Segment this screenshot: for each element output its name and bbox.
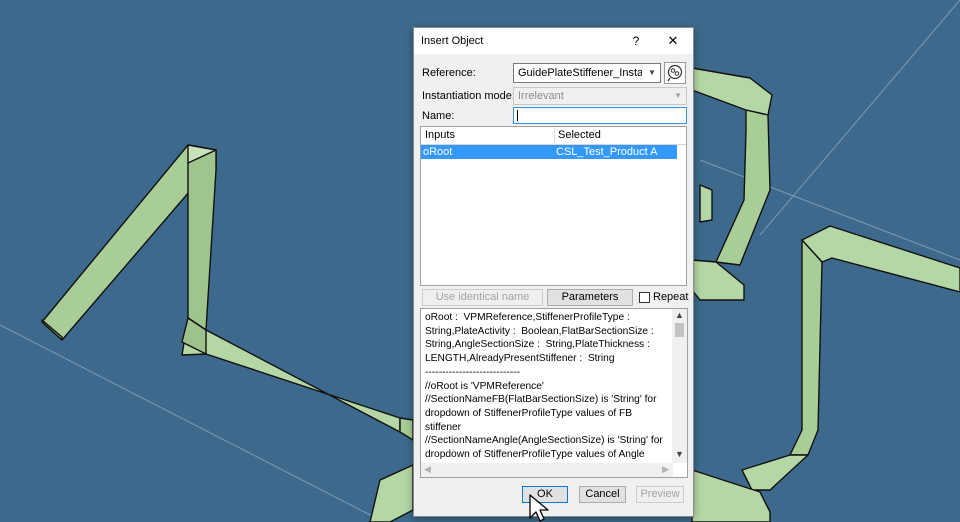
- scroll-left-icon[interactable]: ◀: [424, 464, 431, 475]
- description-text: oRoot : VPMReference,StiffenerProfileTyp…: [425, 312, 663, 474]
- scroll-thumb[interactable]: [675, 323, 684, 337]
- instantiation-mode-label: Instantiation mode:: [422, 90, 515, 102]
- cancel-button[interactable]: Cancel: [579, 486, 626, 503]
- chevron-down-icon: ▼: [674, 91, 682, 100]
- dialog-titlebar[interactable]: Insert Object ? ✕: [414, 28, 693, 54]
- row-selected-cell: CSL_Test_Product A: [556, 146, 658, 158]
- repeat-label: Repeat: [653, 291, 689, 303]
- vertical-scrollbar[interactable]: ▲ ▼: [672, 309, 687, 463]
- help-button[interactable]: ?: [628, 33, 644, 49]
- reference-label: Reference:: [422, 67, 476, 79]
- table-header: Inputs Selected: [421, 127, 686, 145]
- close-button[interactable]: ✕: [665, 33, 681, 49]
- scroll-down-icon[interactable]: ▼: [675, 449, 684, 459]
- mouse-cursor-icon: [529, 494, 549, 522]
- table-row[interactable]: oRoot CSL_Test_Product A: [421, 145, 677, 159]
- column-header-inputs[interactable]: Inputs: [425, 129, 455, 141]
- dialog-title: Insert Object: [421, 35, 484, 47]
- select-reference-icon[interactable]: [664, 62, 686, 84]
- preview-button[interactable]: Preview: [636, 486, 684, 503]
- repeat-checkbox[interactable]: [639, 292, 650, 303]
- horizontal-scrollbar[interactable]: ◀ ▶: [421, 463, 673, 477]
- column-header-selected[interactable]: Selected: [558, 129, 601, 141]
- scroll-up-icon[interactable]: ▲: [675, 310, 684, 320]
- description-textarea[interactable]: oRoot : VPMReference,StiffenerProfileTyp…: [420, 308, 688, 478]
- name-input[interactable]: [513, 107, 687, 124]
- row-input-cell: oRoot: [423, 146, 453, 158]
- scroll-right-icon[interactable]: ▶: [662, 464, 669, 475]
- name-label: Name:: [422, 110, 455, 122]
- reference-value: GuidePlateStiffener_Instantiation: [518, 67, 642, 79]
- use-identical-name-button[interactable]: Use identical name: [422, 289, 543, 306]
- insert-object-dialog: Insert Object ? ✕ Reference: GuidePlateS…: [413, 27, 694, 517]
- chevron-down-icon: ▼: [648, 68, 656, 77]
- inputs-table: Inputs Selected oRoot CSL_Test_Product A: [420, 126, 687, 286]
- column-divider: [554, 127, 555, 144]
- parameters-button[interactable]: Parameters: [547, 289, 633, 306]
- reference-dropdown[interactable]: GuidePlateStiffener_Instantiation ▼: [513, 63, 661, 83]
- instantiation-mode-dropdown[interactable]: Irrelevant ▼: [513, 87, 687, 105]
- text-caret: [517, 110, 518, 121]
- instantiation-mode-value: Irrelevant: [518, 90, 564, 102]
